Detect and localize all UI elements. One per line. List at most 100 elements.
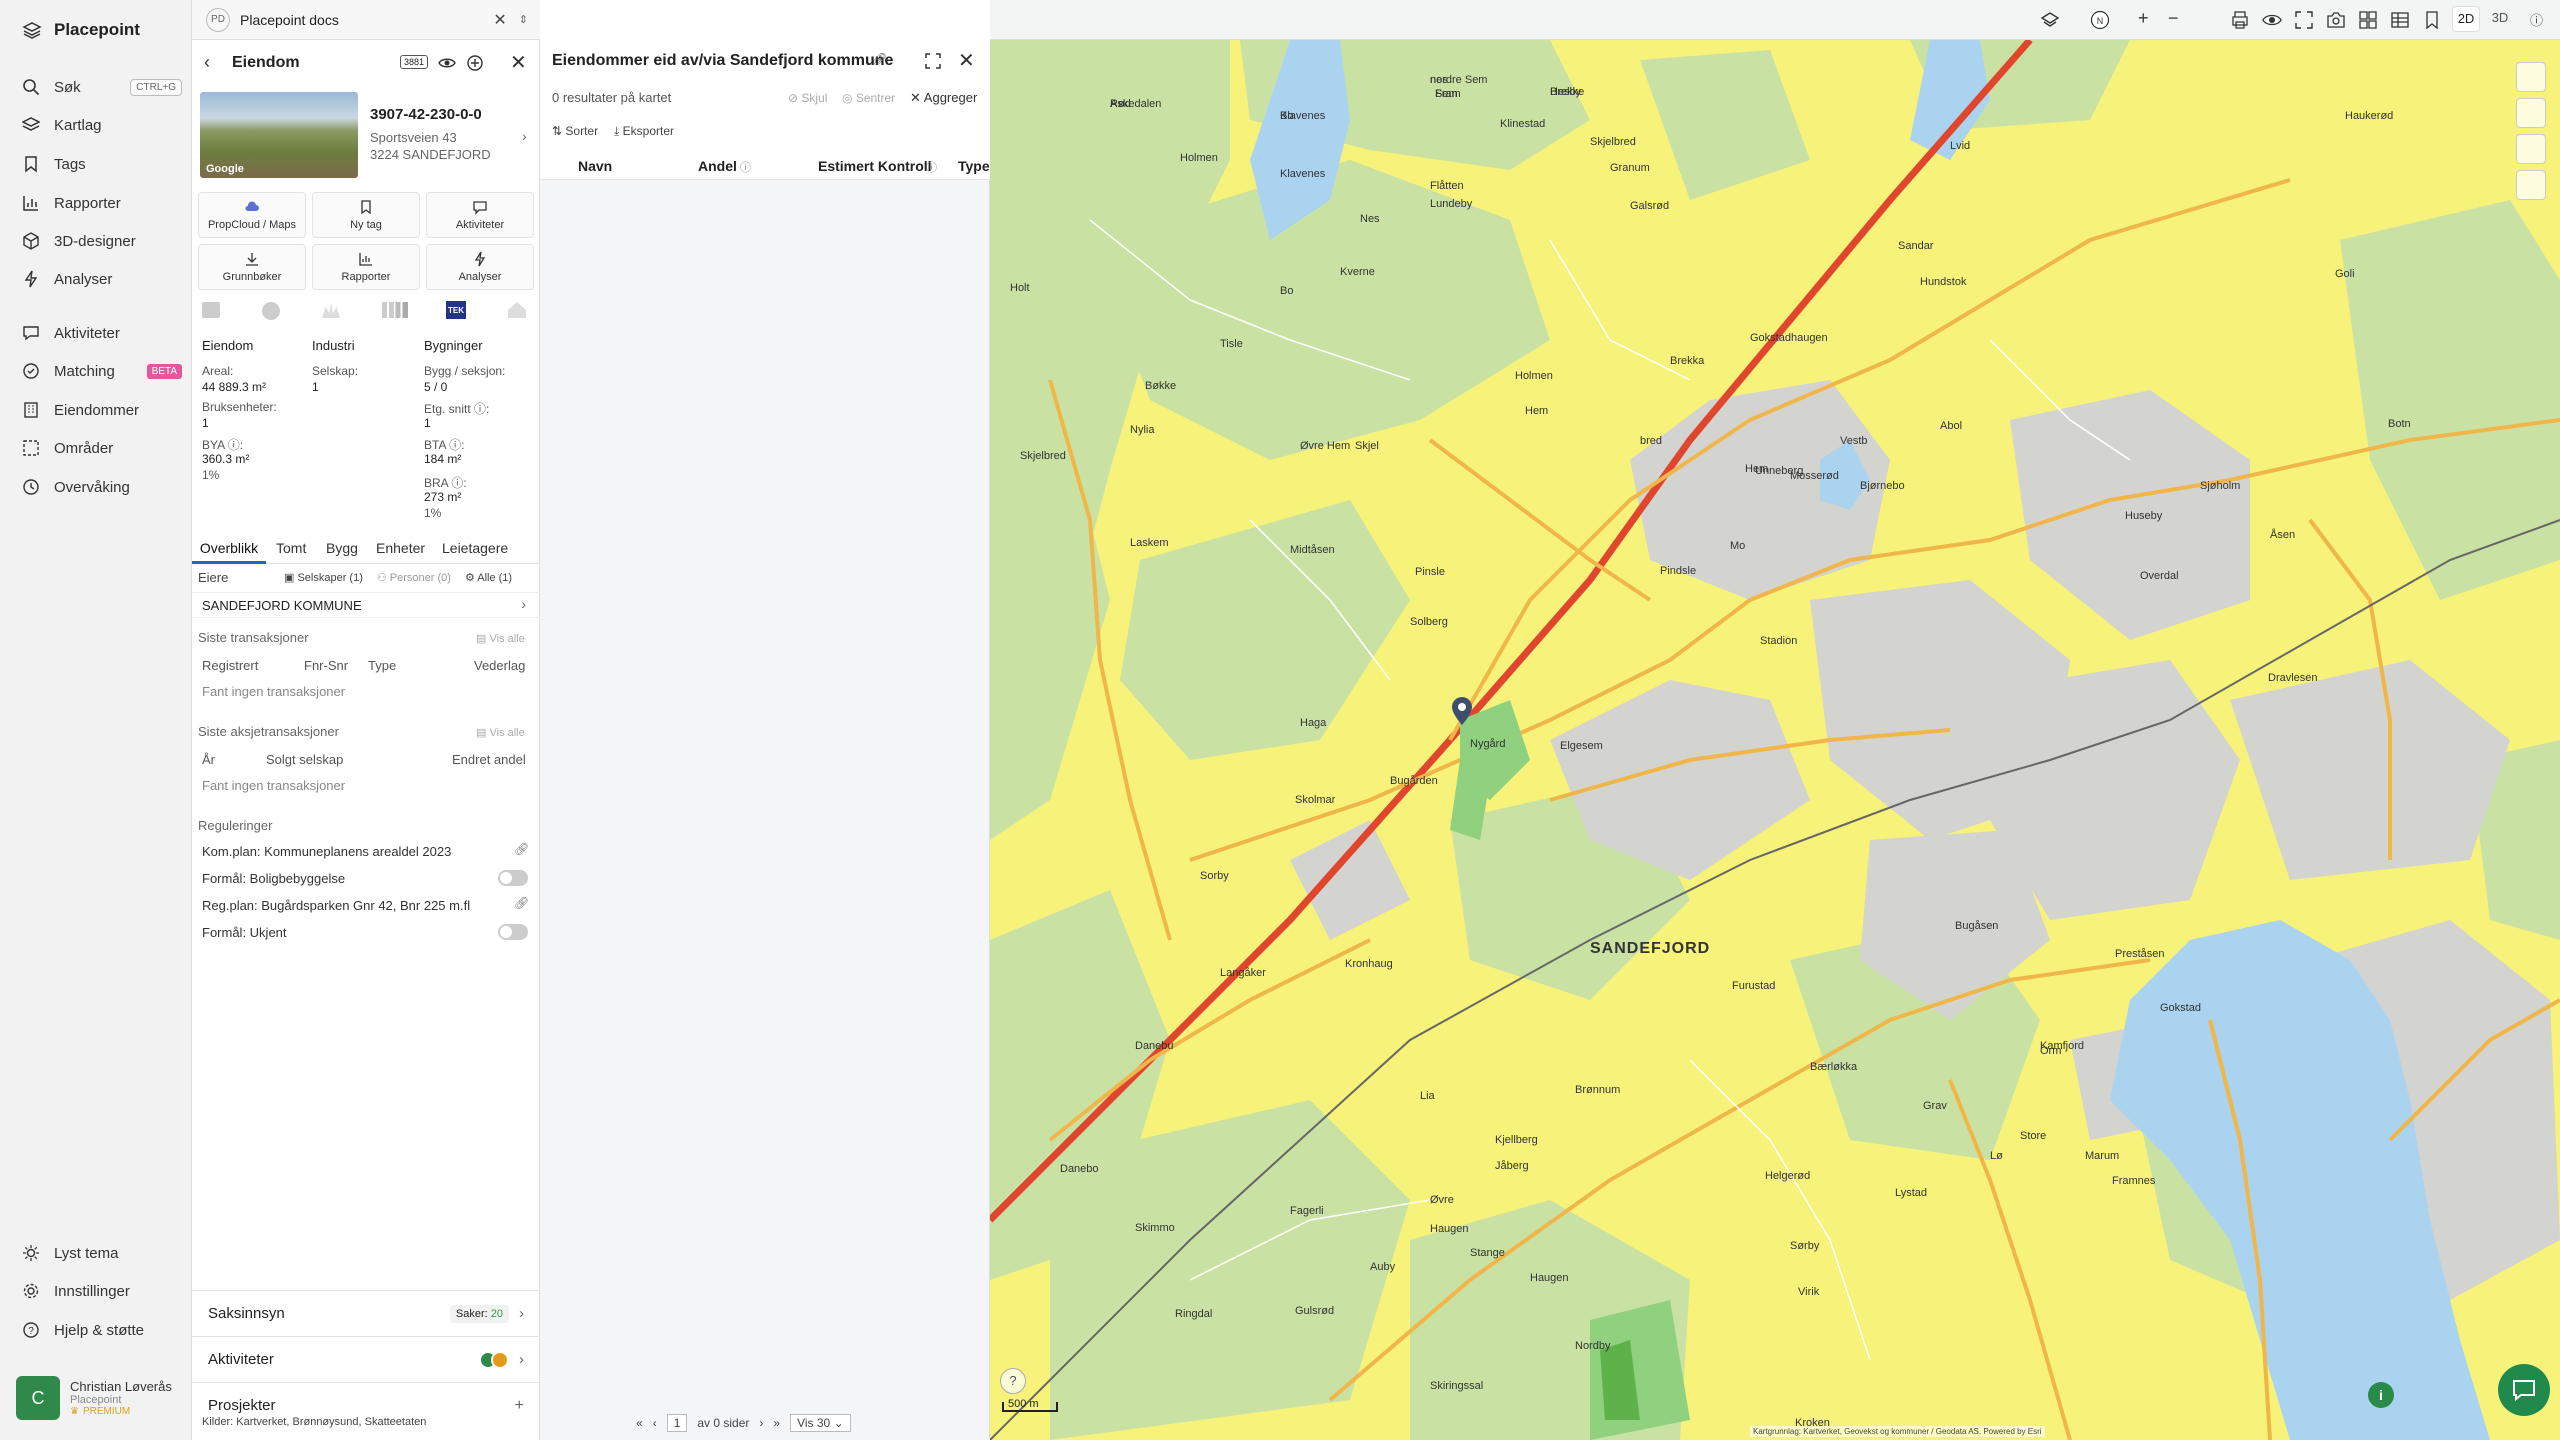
map-view[interactable]: Askedalen Klavenes nordre Sem Sem Hesby Kline… [990, 40, 2560, 1440]
filter-personer[interactable]: ⚇ Personer (0) [377, 571, 451, 584]
nav-item-matching[interactable]: Matching BETA [22, 356, 182, 386]
chevron-right-icon[interactable]: › [522, 128, 527, 144]
bya-label: BYA ⓘ: [202, 438, 244, 452]
tile-propcloud[interactable]: PropCloud / Maps [198, 192, 306, 238]
eye-icon[interactable] [438, 54, 456, 72]
camera-icon[interactable] [2326, 10, 2346, 30]
filter-alle[interactable]: ⚙ Alle (1) [465, 571, 512, 584]
fullscreen-icon[interactable] [2294, 10, 2314, 30]
close-icon[interactable]: ✕ [493, 10, 506, 30]
nav-item-analyser[interactable]: Analyser [22, 264, 182, 294]
link-icon[interactable]: 🔗︎ [514, 842, 529, 856]
property-marker[interactable] [1450, 696, 1474, 731]
last-page-icon[interactable]: » [773, 1416, 780, 1430]
per-page-select[interactable]: Vis 30 ⌄ [790, 1414, 851, 1432]
toggle-ukjent[interactable] [498, 924, 528, 940]
add-icon[interactable]: + [515, 1397, 524, 1415]
zoom-in-icon[interactable]: + [2138, 8, 2149, 29]
bars-icon[interactable] [382, 302, 408, 318]
page-input[interactable]: 1 [666, 1414, 688, 1432]
plant-icon[interactable] [322, 302, 340, 318]
info-icon: ⓘ [926, 162, 937, 174]
nav-item-search[interactable]: Søk CTRL+G [22, 72, 182, 102]
fullscreen-icon[interactable] [924, 52, 942, 70]
nav-item-aktiviteter[interactable]: Aktiviteter [22, 318, 182, 348]
chat-fab[interactable] [2498, 1364, 2550, 1416]
map-chart-button[interactable] [2516, 134, 2546, 164]
link-icon[interactable]: 🔗︎ [514, 896, 529, 910]
accordion-aktiviteter[interactable]: Aktiviteter › [192, 1336, 540, 1382]
zoom-out-icon[interactable]: − [2168, 8, 2179, 29]
id-badge[interactable]: 3881 [400, 55, 429, 69]
transactions-show-all[interactable]: ▤ Vis alle [476, 632, 525, 645]
nav-item-hjelp[interactable]: ? Hjelp & støtte [22, 1315, 182, 1345]
tile-ny-tag[interactable]: Ny tag [312, 192, 420, 238]
print-icon[interactable] [2230, 10, 2250, 30]
street-view-photo[interactable]: Google [200, 92, 358, 178]
map-terrain-button[interactable] [2516, 170, 2546, 200]
first-page-icon[interactable]: « [636, 1416, 643, 1430]
back-icon[interactable]: ‹ [204, 52, 210, 73]
tab-tomt[interactable]: Tomt [276, 532, 306, 564]
table-icon[interactable] [2390, 10, 2410, 30]
link-icon[interactable]: 🔗︎ [872, 52, 887, 66]
accordion-saksinnsyn[interactable]: Saksinnsyn Saker: 20 › [192, 1290, 540, 1336]
col-type[interactable]: Type [958, 158, 990, 174]
nav-item-kartlag[interactable]: Kartlag [22, 110, 182, 140]
grid-icon[interactable] [202, 302, 220, 318]
tab-enheter[interactable]: Enheter [376, 532, 425, 564]
tab-leietagere[interactable]: Leietagere [442, 532, 508, 564]
sort-button[interactable]: ⇅ Sorter [552, 124, 598, 138]
nav-item-omrader[interactable]: Områder [22, 433, 182, 463]
share-tx-show-all[interactable]: ▤ Vis alle [476, 726, 525, 739]
export-button[interactable]: ⤓ Eksporter [614, 124, 674, 139]
map-overlay-button[interactable] [2516, 98, 2546, 128]
aggregate-button[interactable]: ✕ Aggreger [910, 90, 977, 106]
brand[interactable]: Placepoint [22, 20, 140, 40]
expand-icon[interactable]: ⇕ [519, 13, 528, 26]
prev-page-icon[interactable]: ‹ [653, 1416, 657, 1430]
close-icon[interactable]: ✕ [958, 48, 975, 73]
help-icon[interactable]: ? [1000, 1368, 1026, 1394]
next-page-icon[interactable]: › [759, 1416, 763, 1430]
col-estimert-kontroll[interactable]: Estimert Kontroll [818, 158, 932, 174]
tile-rapporter[interactable]: Rapporter [312, 244, 420, 290]
layers-toggle-icon[interactable] [2040, 10, 2060, 30]
nav-item-lyst-tema[interactable]: Lyst tema [22, 1238, 182, 1268]
pagination: « ‹ 1 av 0 sider › » Vis 30 ⌄ [636, 1414, 851, 1432]
nav-item-eiendommer[interactable]: Eiendommer [22, 395, 182, 425]
col-andel[interactable]: Andel [698, 158, 737, 174]
nav-item-overvaking[interactable]: Overvåking [22, 472, 182, 502]
nav-item-tags[interactable]: Tags [22, 149, 182, 179]
tab-overblikk[interactable]: Overblikk [192, 532, 266, 564]
eye-icon[interactable] [2262, 10, 2282, 30]
map-layer-button[interactable] [2516, 62, 2546, 92]
col-navn[interactable]: Navn [578, 158, 612, 174]
tek-icon[interactable]: TEK [446, 301, 466, 319]
nav-item-rapporter[interactable]: Rapporter [22, 188, 182, 218]
tile-aktiviteter[interactable]: Aktiviteter [426, 192, 534, 238]
compass-icon[interactable]: N [2090, 10, 2110, 30]
docs-title[interactable]: Placepoint docs [240, 12, 339, 28]
nav-item-innstillinger[interactable]: Innstillinger [22, 1276, 182, 1306]
home-icon[interactable] [508, 302, 526, 318]
hide-button[interactable]: ⊘ Skjul [788, 91, 827, 105]
tile-grunnboker[interactable]: Grunnbøker [198, 244, 306, 290]
view-2d-button[interactable]: 2D [2452, 6, 2480, 32]
bookmark-icon[interactable] [2422, 10, 2442, 30]
nav-item-3d-designer[interactable]: 3D-designer [22, 226, 182, 256]
close-icon[interactable]: ✕ [510, 50, 527, 75]
toggle-boligbebyggelse[interactable] [498, 870, 528, 886]
tile-analyser[interactable]: Analyser [426, 244, 534, 290]
grid-view-icon[interactable] [2358, 10, 2378, 30]
info-fab[interactable]: i [2368, 1382, 2394, 1408]
view-3d-button[interactable]: 3D [2486, 6, 2514, 32]
user-card[interactable]: C Christian Løverås Placepoint ♛ PREMIUM [16, 1372, 186, 1424]
tab-bygg[interactable]: Bygg [326, 532, 358, 564]
add-circle-icon[interactable] [466, 54, 484, 72]
info-icon[interactable]: ⓘ [2530, 10, 2543, 29]
filter-selskaper[interactable]: ▣ Selskaper (1) [284, 571, 363, 584]
center-button[interactable]: ◎ Sentrer [842, 91, 895, 105]
globe-icon[interactable] [262, 302, 280, 320]
owner-row[interactable]: SANDEFJORD KOMMUNE › [192, 592, 540, 618]
